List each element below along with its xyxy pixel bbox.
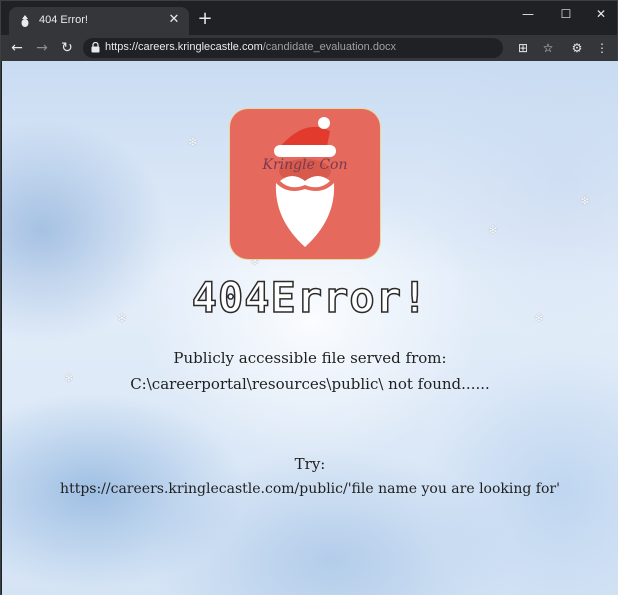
tab-active[interactable]: 404 Error! ✕ [9,7,189,35]
kringlecon-logo: Kringle Con [230,109,380,259]
lock-icon [91,42,100,53]
close-window-button[interactable]: ✕ [586,5,616,23]
reload-icon[interactable]: ↻ [57,38,77,58]
new-tab-plus-icon[interactable]: + [197,10,213,28]
page-title: 404Error! [191,272,429,323]
santa-logo-icon: Kringle Con [262,117,348,247]
logo-text: Kringle Con [262,157,348,173]
message-line-1: Publicly accessible file served from: [173,349,447,367]
snowflake-icon: ❄ [488,223,499,237]
tab-close-icon[interactable]: ✕ [167,13,181,27]
url-path: /candidate_evaluation.docx [262,41,397,53]
favicon-santa-icon [21,15,29,27]
snowflake-icon: ❄ [188,135,199,149]
snowflake-icon: ❄ [580,194,591,208]
menu-icon[interactable]: ⋮ [592,38,612,58]
translate-icon[interactable]: ⊞ [513,38,533,58]
message-line-2: C:\careerportal\resources\public\ not fo… [130,375,490,393]
try-label: Try: [294,455,326,473]
address-bar[interactable]: https://careers.kringlecastle.com/candid… [83,38,503,58]
tab-title: 404 Error! [39,14,88,26]
toolbar: ← → ↻ https://careers.kringlecastle.com/… [1,35,617,61]
minimize-button[interactable]: — [513,5,543,23]
browser-window: 404 Error! ✕ + — ☐ ✕ ← → ↻ https://caree… [0,0,618,595]
tab-strip: 404 Error! ✕ + — ☐ ✕ [1,1,617,35]
maximize-button[interactable]: ☐ [551,5,581,23]
extension-icon[interactable]: ⚙ [567,38,587,58]
url-text: https://careers.kringlecastle.com/candid… [105,41,396,53]
page-content: ❄ ❄ ❄ ❄ ❄ ❄ ❄ Kringle Con 404Error! Publ… [2,61,618,595]
try-url: https://careers.kringlecastle.com/public… [60,481,560,497]
url-host: https://careers.kringlecastle.com [105,41,263,53]
forward-icon[interactable]: → [32,38,52,58]
star-icon[interactable]: ☆ [538,38,558,58]
back-icon[interactable]: ← [7,38,27,58]
